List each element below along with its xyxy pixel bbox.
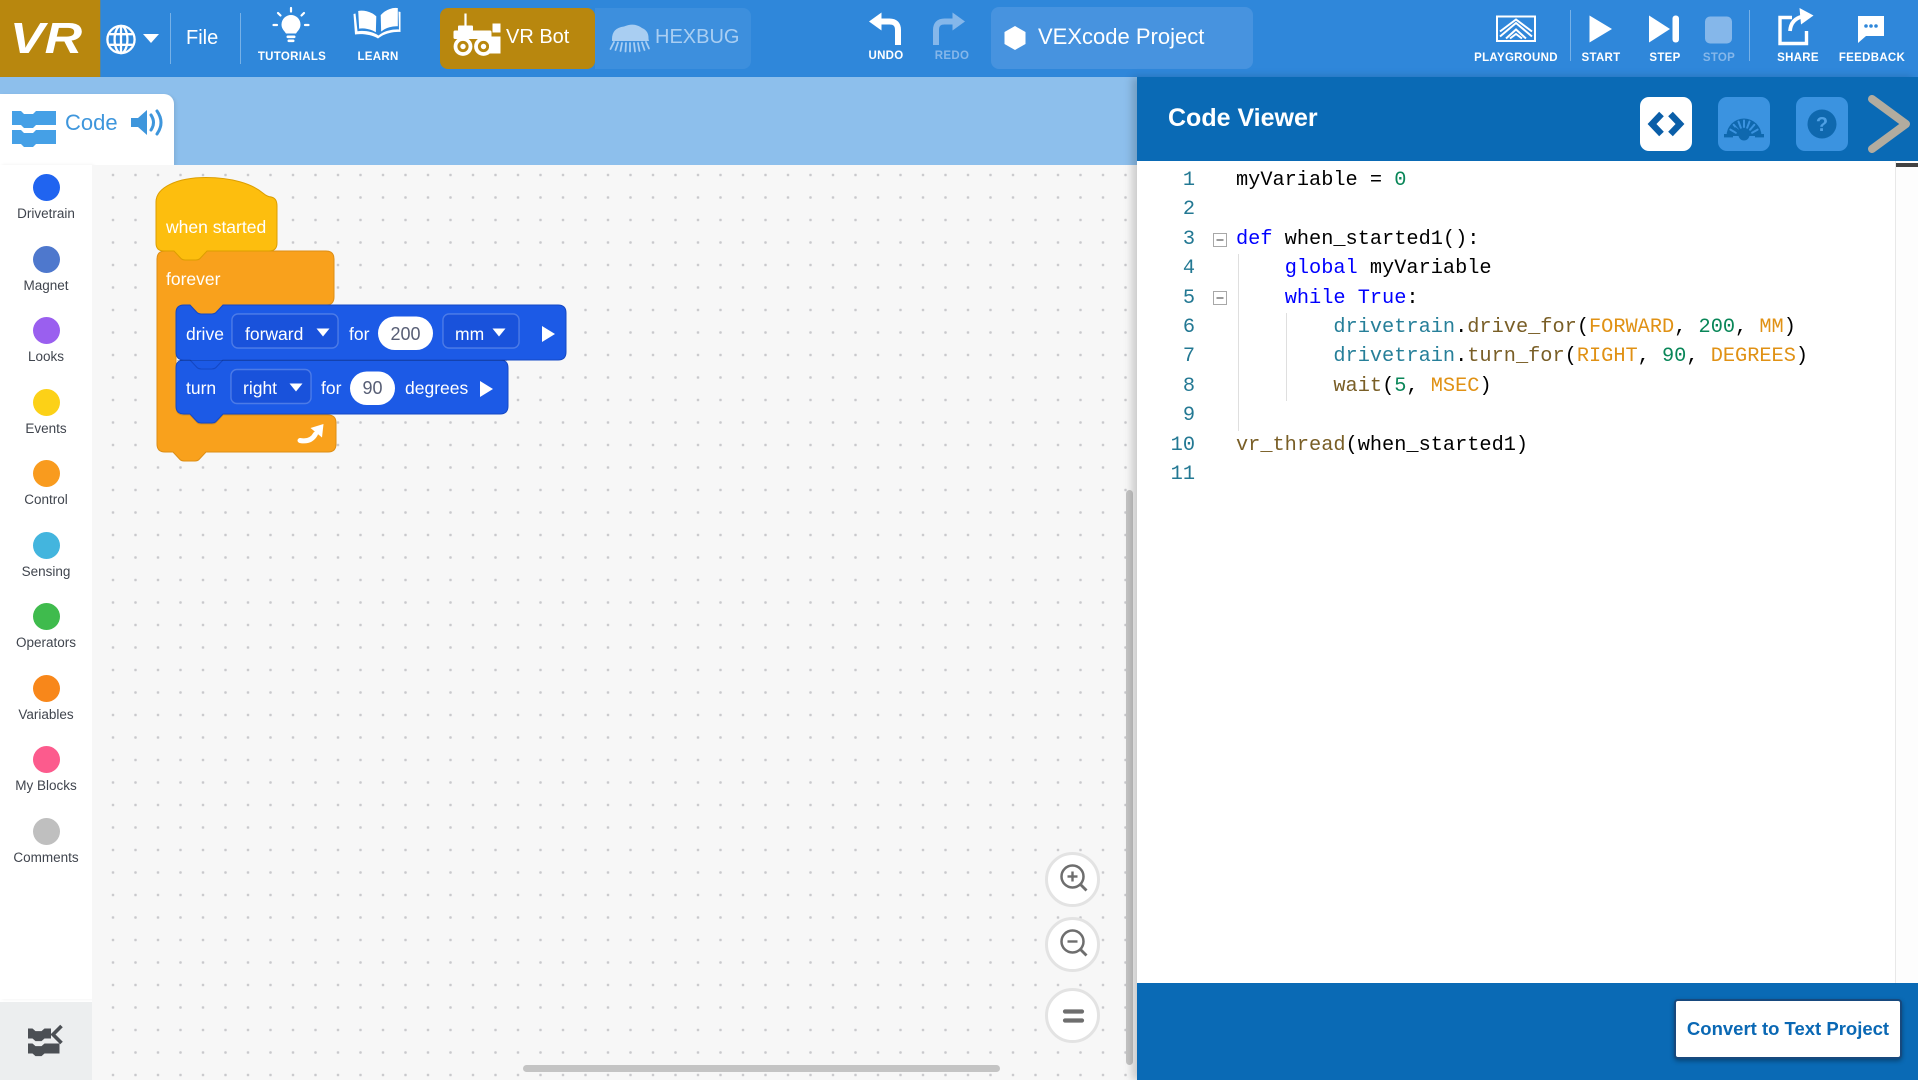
svg-text:200: 200 bbox=[390, 324, 420, 344]
svg-text:when started: when started bbox=[165, 217, 266, 237]
svg-text:?: ? bbox=[1816, 114, 1828, 136]
svg-text:90: 90 bbox=[362, 378, 382, 398]
svg-text:for: for bbox=[349, 324, 370, 344]
svg-text:forever: forever bbox=[166, 269, 221, 289]
svg-text:for: for bbox=[321, 378, 342, 398]
svg-text:forward: forward bbox=[245, 324, 303, 344]
svg-text:right: right bbox=[243, 378, 277, 398]
svg-text:turn: turn bbox=[186, 378, 216, 398]
svg-text:drive: drive bbox=[186, 324, 224, 344]
svg-text:degrees: degrees bbox=[405, 378, 468, 398]
svg-text:mm: mm bbox=[455, 324, 484, 344]
